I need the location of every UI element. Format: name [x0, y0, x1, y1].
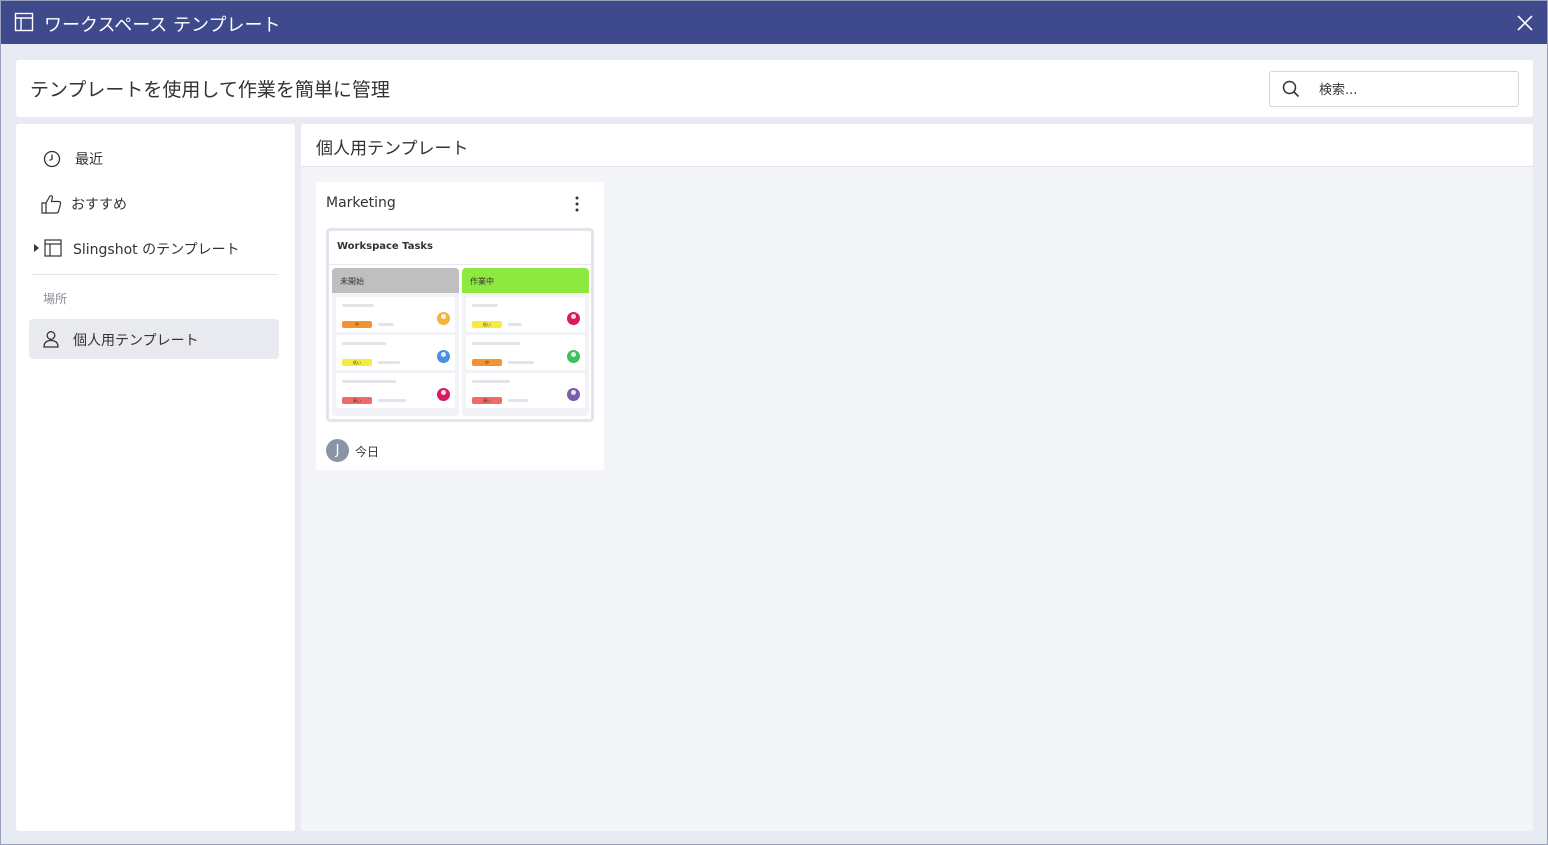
priority-tag: 中: [472, 359, 502, 366]
priority-tag: 高い: [472, 397, 502, 404]
sidebar-item-label: 最近: [75, 152, 103, 168]
card-title: Marketing: [326, 195, 396, 211]
sidebar-item-label: 個人用テンプレート: [73, 333, 199, 349]
template-icon: [14, 12, 34, 36]
thumbs-up-icon: [41, 195, 62, 214]
preview-divider: [329, 264, 591, 265]
preview-task-line: [508, 399, 528, 402]
more-options-icon[interactable]: [568, 194, 586, 214]
avatar: [437, 312, 450, 325]
preview-column: 未開始 中 低い 高い: [332, 268, 459, 416]
preview-column-header: 作業中: [462, 268, 589, 293]
title-bar: ワークスペース テンプレート: [1, 1, 1547, 44]
section-title: 個人用テンプレート: [316, 139, 469, 159]
preview-column-name: 未開始: [340, 277, 364, 286]
preview-task: 低い: [336, 335, 455, 370]
preview-task: 中: [466, 335, 585, 370]
preview-column: 作業中 低い 中 高い: [462, 268, 589, 416]
clock-icon: [43, 150, 61, 168]
preview-title: Workspace Tasks: [337, 241, 434, 252]
sidebar-item-label: Slingshot のテンプレート: [73, 242, 240, 258]
page-subtitle: テンプレートを使用して作業を簡単に管理: [30, 79, 390, 101]
section-label-places: 場所: [43, 292, 68, 306]
sidebar-divider: [31, 274, 278, 275]
main-header: 個人用テンプレート: [301, 124, 1533, 167]
avatar: [567, 312, 580, 325]
preview-task-line: [342, 342, 386, 345]
preview-task-line: [508, 361, 534, 364]
close-icon[interactable]: [1515, 13, 1535, 33]
preview-task: 低い: [466, 297, 585, 332]
priority-tag: 中: [342, 321, 372, 328]
search-input[interactable]: [1317, 79, 1511, 101]
preview-task-line: [378, 399, 406, 402]
preview-task-line: [508, 323, 522, 326]
sidebar-item-label: おすすめ: [71, 197, 127, 213]
preview-task-line: [378, 323, 394, 326]
preview-column-header: 未開始: [332, 268, 459, 293]
sidebar-item-personal-templates[interactable]: 個人用テンプレート: [29, 319, 279, 359]
template-preview: Workspace Tasks 未開始 中 低い 高い 作業中 低い 中 高い: [326, 228, 594, 422]
window-title: ワークスペース テンプレート: [44, 15, 281, 36]
preview-task-line: [378, 361, 400, 364]
sidebar-item-slingshot-templates[interactable]: Slingshot のテンプレート: [29, 228, 279, 268]
template-card[interactable]: Marketing Workspace Tasks 未開始 中 低い 高い 作業…: [316, 182, 604, 470]
template-dialog: ワークスペース テンプレート テンプレートを使用して作業を簡単に管理 最近 おす…: [0, 0, 1548, 845]
preview-column-name: 作業中: [470, 277, 494, 286]
priority-tag: 低い: [472, 321, 502, 328]
template-icon: [44, 239, 62, 257]
sidebar-item-recent[interactable]: 最近: [29, 138, 279, 178]
preview-task: 中: [336, 297, 455, 332]
preview-task-line: [472, 380, 510, 383]
avatar: [567, 350, 580, 363]
card-date: 今日: [355, 445, 380, 459]
preview-task-line: [472, 342, 520, 345]
preview-task: 高い: [466, 373, 585, 408]
priority-tag: 高い: [342, 397, 372, 404]
user-icon: [43, 331, 59, 348]
avatar: [567, 388, 580, 401]
avatar: [437, 350, 450, 363]
caret-right-icon[interactable]: [34, 244, 40, 252]
preview-task-line: [342, 304, 374, 307]
avatar: J: [326, 439, 349, 462]
priority-tag: 低い: [342, 359, 372, 366]
sidebar: 最近 おすすめ Slingshot のテンプレート 場所 個人用テンプレート: [16, 124, 295, 831]
avatar: [437, 388, 450, 401]
preview-task: 高い: [336, 373, 455, 408]
preview-task-line: [342, 380, 396, 383]
search-box[interactable]: [1269, 71, 1519, 107]
header-panel: テンプレートを使用して作業を簡単に管理: [16, 60, 1533, 117]
preview-task-line: [472, 304, 498, 307]
main-panel: 個人用テンプレート Marketing Workspace Tasks 未開始 …: [301, 124, 1533, 831]
sidebar-item-recommended[interactable]: おすすめ: [29, 183, 279, 223]
search-icon: [1282, 80, 1300, 102]
